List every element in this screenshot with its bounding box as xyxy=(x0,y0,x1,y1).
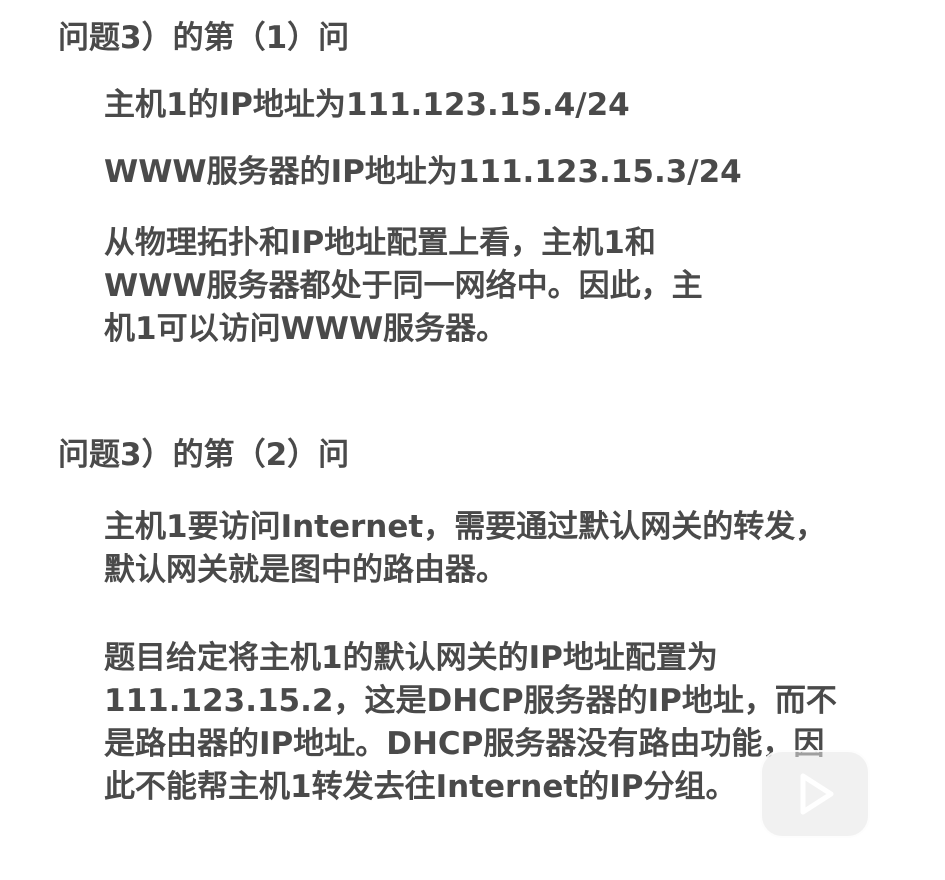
host1-ip-text: 主机1的IP地址为111.123.15.4/24 xyxy=(104,87,630,123)
text-line: 题目给定将主机1的默认网关的IP地址配置为 xyxy=(104,640,718,676)
www-server-ip-text: WWW服务器的IP地址为111.123.15.3/24 xyxy=(104,154,742,190)
text-line: 从物理拓扑和IP地址配置上看，主机1和 xyxy=(104,225,656,261)
section-1-conclusion: 从物理拓扑和IP地址配置上看，主机1和 WWW服务器都处于同一网络中。因此，主 … xyxy=(104,222,703,351)
default-gateway-text: 主机1要访问Internet，需要通过默认网关的转发， 默认网关就是图中的路由器… xyxy=(104,506,826,592)
text-line: 111.123.15.2，这是DHCP服务器的IP地址，而不 xyxy=(104,683,837,719)
text-line: 主机1要访问Internet，需要通过默认网关的转发， xyxy=(104,509,827,545)
video-play-button[interactable] xyxy=(760,750,870,838)
dhcp-explanation-text: 题目给定将主机1的默认网关的IP地址配置为 111.123.15.2，这是DHC… xyxy=(104,637,837,809)
section-2-heading: 问题3）的第（2）问 xyxy=(58,437,350,473)
text-line: WWW服务器都处于同一网络中。因此，主 xyxy=(104,268,703,304)
play-icon xyxy=(800,773,834,815)
section-1-heading: 问题3）的第（1）问 xyxy=(58,20,350,56)
text-line: 机1可以访问WWW服务器。 xyxy=(104,311,508,347)
text-line: 默认网关就是图中的路由器。 xyxy=(104,552,507,588)
text-line: 是路由器的IP地址。DHCP服务器没有路由功能，因 xyxy=(104,726,825,762)
text-line: 此不能帮主机1转发去往Internet的IP分组。 xyxy=(104,769,737,805)
